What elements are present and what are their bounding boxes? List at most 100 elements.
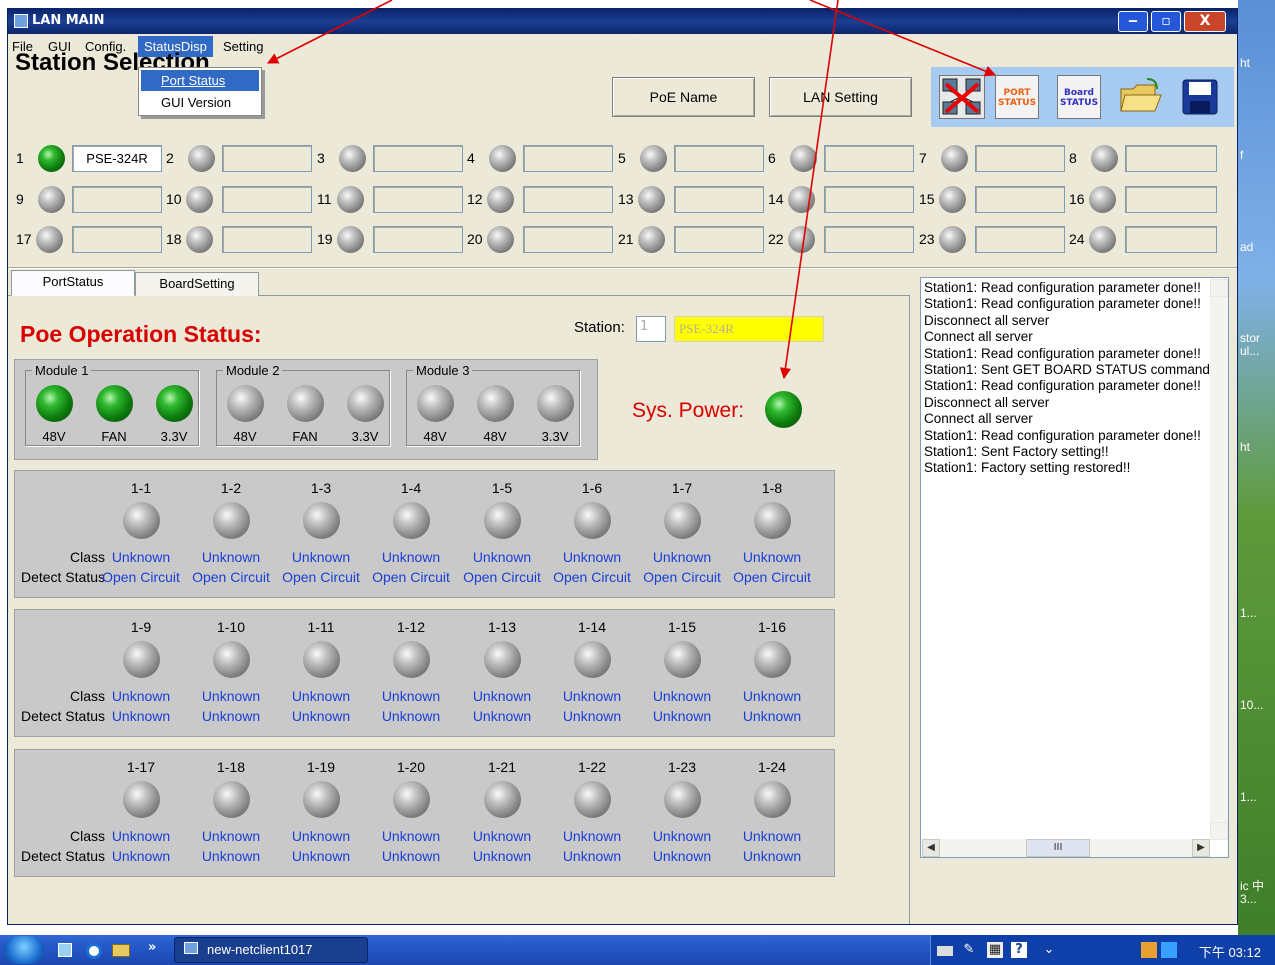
menu-item-port-status[interactable]: Port Status <box>141 70 259 91</box>
title-bar[interactable]: LAN MAIN ‒ ▫ X <box>8 9 1237 34</box>
taskbar-item-netclient[interactable]: new-netclient1017 <box>174 937 368 963</box>
log-horizontal-scrollbar[interactable]: ◀ III ▶ <box>922 839 1210 857</box>
station-name-box[interactable] <box>674 186 764 213</box>
maximize-button[interactable]: ▫ <box>1151 11 1181 32</box>
station-led[interactable] <box>638 226 665 253</box>
station-name-box[interactable] <box>674 226 764 253</box>
station-led[interactable] <box>489 145 516 172</box>
port-led[interactable] <box>393 641 430 678</box>
station-led[interactable] <box>1091 145 1118 172</box>
save-icon[interactable] <box>1177 75 1223 119</box>
scroll-left-arrow[interactable]: ◀ <box>922 839 940 857</box>
port-led[interactable] <box>754 781 791 818</box>
port-led[interactable] <box>664 641 701 678</box>
tab-boardsetting[interactable]: BoardSetting <box>135 272 259 296</box>
help-icon[interactable]: ? <box>1011 942 1027 958</box>
station-led[interactable] <box>1089 226 1116 253</box>
station-led[interactable] <box>188 145 215 172</box>
browser-icon[interactable] <box>86 943 102 959</box>
station-led[interactable] <box>1089 186 1116 213</box>
close-button[interactable]: X <box>1184 11 1226 32</box>
network-tray-icon[interactable] <box>1161 942 1177 958</box>
poe-name-button[interactable]: PoE Name <box>612 77 755 117</box>
station-name-box[interactable] <box>523 226 613 253</box>
port-led[interactable] <box>484 641 521 678</box>
port-led[interactable] <box>213 641 250 678</box>
scroll-up-arrow[interactable] <box>1210 279 1228 297</box>
station-led[interactable] <box>38 145 65 172</box>
station-name-box[interactable] <box>523 145 613 172</box>
port-led[interactable] <box>574 641 611 678</box>
station-led[interactable] <box>487 186 514 213</box>
station-led[interactable] <box>638 186 665 213</box>
station-led[interactable] <box>941 145 968 172</box>
port-led[interactable] <box>664 502 701 539</box>
port-led[interactable] <box>303 502 340 539</box>
menu-item-gui-version[interactable]: GUI Version <box>141 92 259 113</box>
station-name-box[interactable] <box>824 145 914 172</box>
station-name-box[interactable] <box>975 186 1065 213</box>
station-name-box[interactable] <box>1125 186 1217 213</box>
scroll-right-arrow[interactable]: ▶ <box>1192 839 1210 857</box>
port-led[interactable] <box>754 502 791 539</box>
station-name-box[interactable] <box>222 186 312 213</box>
station-name-box[interactable] <box>523 186 613 213</box>
station-led[interactable] <box>788 186 815 213</box>
station-led[interactable] <box>337 226 364 253</box>
ime-icon[interactable]: ▦ <box>987 942 1003 958</box>
port-led[interactable] <box>484 502 521 539</box>
station-led[interactable] <box>487 226 514 253</box>
station-led[interactable] <box>788 226 815 253</box>
scroll-thumb[interactable]: III <box>1026 839 1090 857</box>
station-led[interactable] <box>939 186 966 213</box>
port-status-button[interactable]: PORT STATUS <box>995 75 1039 119</box>
port-led[interactable] <box>303 781 340 818</box>
scroll-down-arrow[interactable] <box>1210 822 1228 840</box>
station-name-box[interactable] <box>373 186 463 213</box>
board-status-button[interactable]: Board STATUS <box>1057 75 1101 119</box>
station-name-box[interactable] <box>824 186 914 213</box>
station-led[interactable] <box>186 226 213 253</box>
station-name-box[interactable] <box>222 226 312 253</box>
station-name-box[interactable] <box>72 186 162 213</box>
explorer-folder-icon[interactable] <box>112 944 130 957</box>
tray-arrow-icon[interactable]: ⌄ <box>1041 942 1057 958</box>
lan-setting-button[interactable]: LAN Setting <box>769 77 912 117</box>
start-button[interactable] <box>4 936 44 964</box>
station-led[interactable] <box>36 226 63 253</box>
station-led[interactable] <box>186 186 213 213</box>
port-led[interactable] <box>123 781 160 818</box>
station-led[interactable] <box>38 186 65 213</box>
station-name-box[interactable] <box>674 145 764 172</box>
quick-launch-more-icon[interactable]: » <box>148 940 156 955</box>
station-name-box[interactable] <box>222 145 312 172</box>
station-name-box[interactable] <box>72 226 162 253</box>
port-led[interactable] <box>303 641 340 678</box>
station-led[interactable] <box>790 145 817 172</box>
menu-setting[interactable]: Setting <box>223 39 263 54</box>
open-folder-icon[interactable] <box>1117 75 1163 119</box>
port-led[interactable] <box>664 781 701 818</box>
port-led[interactable] <box>123 502 160 539</box>
minimize-button[interactable]: ‒ <box>1118 11 1148 32</box>
port-led[interactable] <box>574 502 611 539</box>
port-led[interactable] <box>213 502 250 539</box>
keyboard-icon[interactable] <box>937 946 953 956</box>
port-led[interactable] <box>123 641 160 678</box>
station-name-box[interactable] <box>1125 145 1217 172</box>
station-name-box[interactable] <box>373 145 463 172</box>
station-name-box[interactable]: PSE-324R <box>72 145 162 172</box>
show-desktop-icon[interactable] <box>58 943 72 957</box>
station-led[interactable] <box>337 186 364 213</box>
station-led[interactable] <box>939 226 966 253</box>
tab-portstatus[interactable]: PortStatus <box>11 270 135 296</box>
station-name-box[interactable] <box>1125 226 1217 253</box>
port-led[interactable] <box>393 781 430 818</box>
station-led[interactable] <box>640 145 667 172</box>
station-name-box[interactable] <box>975 145 1065 172</box>
log-vertical-scrollbar[interactable] <box>1210 279 1228 840</box>
station-name-box[interactable] <box>824 226 914 253</box>
pen-icon[interactable]: ✎ <box>961 942 977 958</box>
station-name-box[interactable] <box>975 226 1065 253</box>
user-icon[interactable] <box>1141 942 1157 958</box>
